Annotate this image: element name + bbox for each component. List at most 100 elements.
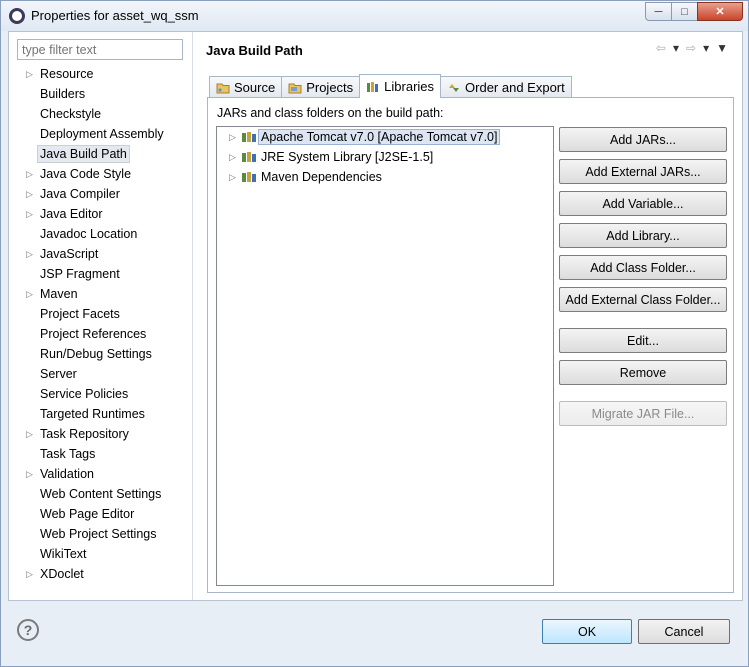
expand-arrow-icon[interactable]: ▷	[26, 564, 33, 584]
nav-item[interactable]: ▷ XDoclet	[9, 564, 193, 584]
forward-arrow-icon[interactable]: ⇨	[686, 41, 696, 55]
nav-item[interactable]: Deployment Assembly	[9, 124, 193, 144]
tab-source[interactable]: Source	[209, 76, 283, 98]
nav-item-label: XDoclet	[40, 567, 84, 581]
view-menu-icon[interactable]: ▼	[716, 41, 728, 55]
nav-item-label: Checkstyle	[40, 107, 102, 121]
nav-item[interactable]: ▷ Java Compiler	[9, 184, 193, 204]
nav-item[interactable]: WikiText	[9, 544, 193, 564]
nav-item[interactable]: Java Build Path	[9, 144, 193, 164]
content-pane: Java Build Path ⇦ ▾ ⇨ ▾ ▼ Source Project…	[194, 32, 742, 600]
close-button[interactable]: ✕	[697, 2, 743, 21]
help-icon[interactable]: ?	[17, 619, 39, 641]
remove-button[interactable]: Remove	[559, 360, 727, 385]
nav-item[interactable]: Run/Debug Settings	[9, 344, 193, 364]
nav-item[interactable]: ▷ Resource	[9, 64, 193, 84]
library-icon	[242, 152, 256, 162]
nav-item-label: JSP Fragment	[40, 267, 120, 281]
cancel-button[interactable]: Cancel	[638, 619, 730, 644]
migrate-jar-button[interactable]: Migrate JAR File...	[559, 401, 727, 426]
expand-arrow-icon[interactable]: ▷	[26, 164, 33, 184]
title-bar[interactable]: Properties for asset_wq_ssm ─ □ ✕	[1, 1, 748, 31]
nav-item[interactable]: ▷ Task Repository	[9, 424, 193, 444]
nav-item[interactable]: ▷ Java Code Style	[9, 164, 193, 184]
nav-item-label: Web Content Settings	[40, 487, 162, 501]
nav-item[interactable]: Builders	[9, 84, 193, 104]
nav-item-label: Targeted Runtimes	[40, 407, 145, 421]
nav-item-label: Project Facets	[40, 307, 120, 321]
nav-item-label: Validation	[40, 467, 94, 481]
expand-arrow-icon[interactable]: ▷	[229, 127, 236, 147]
add-class-folder-button[interactable]: Add Class Folder...	[559, 255, 727, 280]
nav-item[interactable]: JSP Fragment	[9, 264, 193, 284]
nav-item-label: JavaScript	[40, 247, 99, 261]
add-variable-button[interactable]: Add Variable...	[559, 191, 727, 216]
libraries-panel: JARs and class folders on the build path…	[207, 97, 734, 593]
nav-item-label: WikiText	[40, 547, 87, 561]
nav-item[interactable]: ▷ Java Editor	[9, 204, 193, 224]
nav-item[interactable]: ▷ JavaScript	[9, 244, 193, 264]
properties-dialog: Properties for asset_wq_ssm ─ □ ✕ ▷ Resou…	[0, 0, 749, 667]
nav-item-label: Task Tags	[40, 447, 96, 461]
button-bar: ? OK Cancel	[1, 601, 748, 667]
nav-item[interactable]: Checkstyle	[9, 104, 193, 124]
expand-arrow-icon[interactable]: ▷	[26, 424, 33, 444]
nav-item[interactable]: Server	[9, 364, 193, 384]
add-library-button[interactable]: Add Library...	[559, 223, 727, 248]
add-external-jars-button[interactable]: Add External JARs...	[559, 159, 727, 184]
nav-item[interactable]: Web Project Settings	[9, 524, 193, 544]
maximize-button[interactable]: □	[671, 2, 698, 21]
library-item[interactable]: ▷ JRE System Library [J2SE-1.5]	[217, 147, 553, 167]
nav-item-label: Java Editor	[40, 207, 103, 221]
tab-projects[interactable]: Projects	[281, 76, 361, 98]
nav-item[interactable]: Project References	[9, 324, 193, 344]
nav-pane: ▷ Resource Builders Checkstyle Deployment As…	[9, 32, 193, 600]
order-export-icon	[449, 83, 460, 92]
filter-input[interactable]	[17, 39, 183, 60]
libraries-description: JARs and class folders on the build path…	[217, 106, 444, 120]
dialog-body: ▷ Resource Builders Checkstyle Deployment As…	[8, 31, 743, 601]
ok-button[interactable]: OK	[542, 619, 632, 644]
expand-arrow-icon[interactable]: ▷	[26, 204, 33, 224]
nav-item[interactable]: Targeted Runtimes	[9, 404, 193, 424]
edit-button[interactable]: Edit...	[559, 328, 727, 353]
nav-item-label: Run/Debug Settings	[40, 347, 152, 361]
expand-arrow-icon[interactable]: ▷	[26, 284, 33, 304]
nav-item-label: Builders	[40, 87, 86, 101]
expand-arrow-icon[interactable]: ▷	[26, 464, 33, 484]
expand-arrow-icon[interactable]: ▷	[229, 167, 236, 187]
nav-item[interactable]: ▷ Maven	[9, 284, 193, 304]
minimize-button[interactable]: ─	[645, 2, 672, 21]
nav-item[interactable]: Web Content Settings	[9, 484, 193, 504]
nav-item[interactable]: Project Facets	[9, 304, 193, 324]
library-tree[interactable]: ▷ Apache Tomcat v7.0 [Apache Tomcat v7.0…	[216, 126, 554, 586]
window-controls: ─ □ ✕	[645, 2, 743, 21]
library-label: JRE System Library [J2SE-1.5]	[261, 150, 434, 164]
tab-order-label: Order and Export	[465, 80, 565, 95]
expand-arrow-icon[interactable]: ▷	[26, 64, 33, 84]
add-jars-button[interactable]: Add JARs...	[559, 127, 727, 152]
nav-tree: ▷ Resource Builders Checkstyle Deployment As…	[9, 64, 193, 584]
library-item[interactable]: ▷ Maven Dependencies	[217, 167, 553, 187]
page-nav: ⇦ ▾ ⇨ ▾ ▼	[656, 41, 728, 55]
back-menu-icon[interactable]: ▾	[673, 41, 679, 55]
nav-item[interactable]: Task Tags	[9, 444, 193, 464]
nav-item-label: Resource	[40, 67, 94, 81]
tab-bar: Source Projects Libraries Order and Expo…	[209, 74, 572, 98]
nav-item[interactable]: Service Policies	[9, 384, 193, 404]
tab-projects-label: Projects	[306, 80, 354, 95]
back-arrow-icon[interactable]: ⇦	[656, 41, 666, 55]
tab-order-and-export[interactable]: Order and Export	[440, 76, 572, 98]
library-item[interactable]: ▷ Apache Tomcat v7.0 [Apache Tomcat v7.0…	[217, 127, 553, 147]
tab-libraries[interactable]: Libraries	[359, 74, 442, 98]
library-icon	[367, 81, 379, 92]
nav-item[interactable]: Web Page Editor	[9, 504, 193, 524]
expand-arrow-icon[interactable]: ▷	[26, 244, 33, 264]
nav-item[interactable]: ▷ Validation	[9, 464, 193, 484]
nav-item[interactable]: Javadoc Location	[9, 224, 193, 244]
expand-arrow-icon[interactable]: ▷	[26, 184, 33, 204]
add-external-class-folder-button[interactable]: Add External Class Folder...	[559, 287, 727, 312]
nav-item-label: Java Compiler	[40, 187, 120, 201]
forward-menu-icon[interactable]: ▾	[703, 41, 709, 55]
expand-arrow-icon[interactable]: ▷	[229, 147, 236, 167]
